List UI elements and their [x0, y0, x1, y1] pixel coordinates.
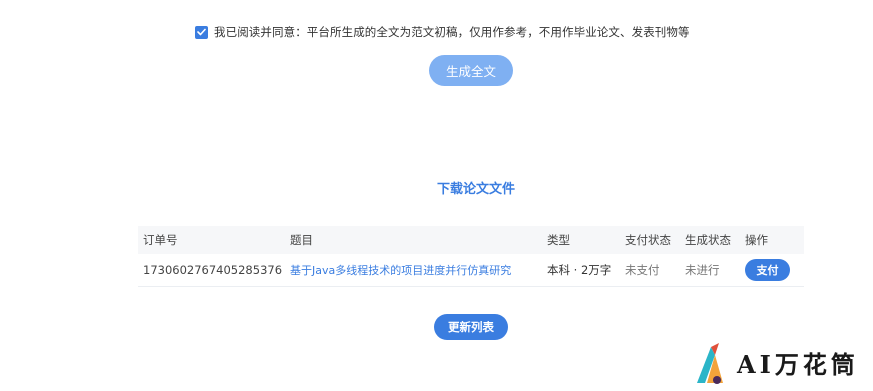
kaleidoscope-logo-icon [697, 343, 723, 384]
paper-type: 本科 · 2万字 [547, 263, 612, 277]
orders-table: 订单号 题目 类型 支付状态 生成状态 操作 17306027674052853… [138, 226, 804, 287]
header-type: 类型 [547, 233, 570, 247]
table-row: 1730602767405285376 基于Java多线程技术的项目进度并行仿真… [138, 254, 804, 287]
agreement-checkbox[interactable] [195, 25, 208, 39]
pay-status: 未支付 [625, 263, 660, 277]
header-title: 题目 [290, 233, 313, 247]
header-order: 订单号 [143, 233, 178, 247]
header-gen-status: 生成状态 [685, 233, 731, 247]
agreement-row: 我已阅读并同意：平台所生成的全文为范文初稿，仅用作参考，不用作毕业论文、发表刊物… [195, 23, 690, 41]
pay-button[interactable]: 支付 [745, 259, 790, 281]
gen-status: 未进行 [685, 263, 720, 277]
section-title: 下载论文文件 [436, 182, 515, 197]
header-action: 操作 [745, 233, 768, 247]
header-pay-status: 支付状态 [625, 233, 671, 247]
refresh-list-button[interactable]: 更新列表 [434, 314, 508, 340]
table-header: 订单号 题目 类型 支付状态 生成状态 操作 [138, 226, 804, 254]
watermark: AI万花筒 [693, 338, 859, 386]
agreement-text: 我已阅读并同意：平台所生成的全文为范文初稿，仅用作参考，不用作毕业论文、发表刊物… [214, 25, 690, 39]
paper-title-link[interactable]: 基于Java多线程技术的项目进度并行仿真研究 [290, 264, 511, 277]
checkmark-icon [197, 28, 206, 36]
watermark-text: AI万花筒 [737, 349, 859, 379]
generate-fulltext-button[interactable]: 生成全文 [429, 55, 513, 86]
order-number: 1730602767405285376 [143, 263, 283, 277]
